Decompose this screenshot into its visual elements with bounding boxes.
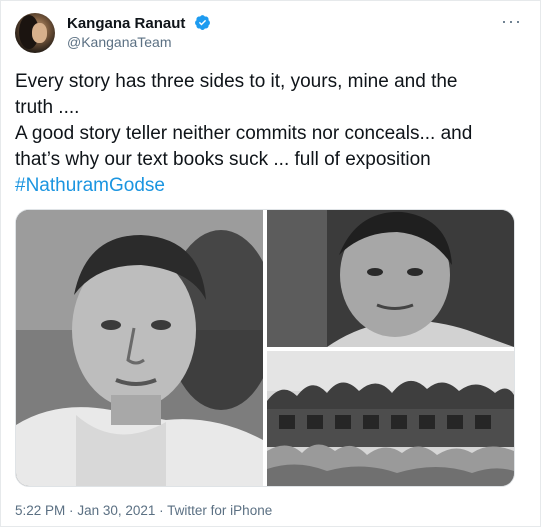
photo-crowded-train[interactable] xyxy=(267,351,514,486)
tweet-timestamp-row: 5:22 PM · Jan 30, 2021 · Twitter for iPh… xyxy=(15,503,272,518)
media-grid xyxy=(15,209,515,487)
tweet-card: Kangana Ranaut @KanganaTeam ··· Every st… xyxy=(0,0,541,527)
avatar-face xyxy=(32,23,47,43)
tweet-text: Every story has three sides to it, yours… xyxy=(15,69,530,199)
tweet-text-line: that’s why our text books suck ... full … xyxy=(15,149,431,170)
avatar[interactable] xyxy=(15,13,55,53)
author-name-row[interactable]: Kangana Ranaut xyxy=(67,14,211,32)
tweet-time[interactable]: 5:22 PM xyxy=(15,503,65,518)
photo-portrait-right-art xyxy=(267,210,514,347)
tweet-date[interactable]: Jan 30, 2021 xyxy=(77,503,155,518)
separator-dot: · xyxy=(159,503,164,518)
more-options-icon[interactable]: ··· xyxy=(501,11,522,32)
tweet-source[interactable]: Twitter for iPhone xyxy=(167,503,272,518)
photo-crowded-train-art xyxy=(267,351,514,486)
photo-portrait-right[interactable] xyxy=(267,210,514,347)
hashtag-link[interactable]: #NathuramGodse xyxy=(15,175,165,196)
tweet-text-line: A good story teller neither commits nor … xyxy=(15,123,473,144)
author-name[interactable]: Kangana Ranaut xyxy=(67,15,185,32)
author-handle[interactable]: @KanganaTeam xyxy=(67,34,172,50)
photo-portrait-left[interactable] xyxy=(16,210,263,486)
photo-portrait-left-art xyxy=(16,210,263,486)
tweet-text-line: Every story has three sides to it, yours… xyxy=(15,71,458,92)
separator-dot: · xyxy=(69,503,74,518)
tweet-text-line: truth .... xyxy=(15,97,80,118)
verified-badge-icon xyxy=(194,15,210,30)
